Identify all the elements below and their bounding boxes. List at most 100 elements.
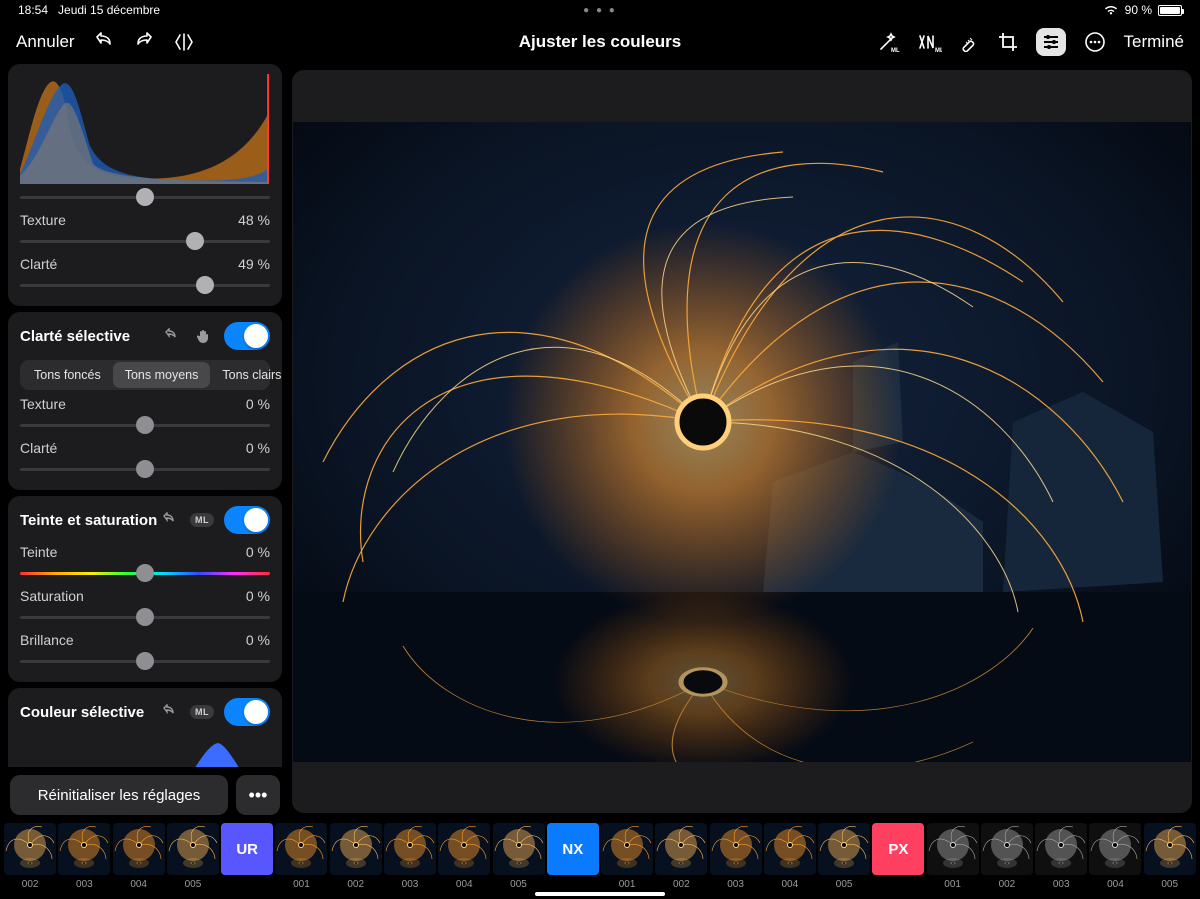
seg-light[interactable]: Tons clairs — [210, 362, 282, 388]
preset-label: 004 — [456, 879, 473, 890]
reset-icon[interactable] — [158, 509, 180, 531]
preset-badge[interactable]: UR — [221, 823, 273, 875]
preset-thumb[interactable]: 005 — [818, 823, 870, 890]
preset-badge[interactable]: PX — [872, 823, 924, 875]
preset-thumb[interactable]: UR — [221, 823, 273, 879]
compare-icon[interactable] — [173, 32, 195, 52]
sel-color-toggle[interactable] — [224, 698, 270, 726]
preset-image[interactable] — [818, 823, 870, 875]
preset-thumb[interactable]: 004 — [1089, 823, 1141, 890]
preset-label: 001 — [293, 879, 310, 890]
preset-thumb[interactable]: 003 — [384, 823, 436, 890]
preset-image[interactable] — [927, 823, 979, 875]
preset-thumb[interactable]: 003 — [1035, 823, 1087, 890]
preset-image[interactable] — [1089, 823, 1141, 875]
multitask-dots-icon[interactable]: ● ● ● — [583, 5, 617, 16]
undo-icon[interactable] — [93, 32, 115, 52]
preset-thumb[interactable]: PX — [872, 823, 924, 879]
seg-mid[interactable]: Tons moyens — [113, 362, 211, 388]
redo-icon[interactable] — [133, 32, 155, 52]
preset-label: 003 — [1053, 879, 1070, 890]
preset-image[interactable] — [275, 823, 327, 875]
histogram-slider[interactable] — [20, 188, 270, 206]
preset-thumb[interactable]: 001 — [601, 823, 653, 890]
preset-image[interactable] — [981, 823, 1033, 875]
color-histograms[interactable] — [20, 736, 270, 767]
reset-all-button[interactable]: Réinitialiser les réglages — [10, 775, 228, 815]
cancel-button[interactable]: Annuler — [16, 32, 75, 52]
preset-image[interactable] — [764, 823, 816, 875]
preset-thumb[interactable]: 002 — [981, 823, 1033, 890]
preset-thumb[interactable]: 002 — [330, 823, 382, 890]
preset-thumb[interactable]: 004 — [113, 823, 165, 890]
texture-slider[interactable] — [20, 232, 270, 250]
seg-dark[interactable]: Tons foncés — [22, 362, 113, 388]
sat-slider[interactable] — [20, 608, 270, 626]
preset-thumb[interactable]: 003 — [58, 823, 110, 890]
preset-label: 002 — [999, 879, 1016, 890]
preset-thumb[interactable]: 005 — [167, 823, 219, 890]
preset-image[interactable] — [330, 823, 382, 875]
preset-thumb[interactable]: 005 — [492, 823, 544, 890]
preset-filmstrip[interactable]: 002 003 004 — [0, 819, 1200, 899]
hand-icon[interactable] — [192, 325, 214, 347]
hue-value: 0 % — [246, 544, 270, 560]
selective-clarity-title: Clarté sélective — [20, 328, 130, 345]
preset-image[interactable] — [1035, 823, 1087, 875]
preset-label: 003 — [76, 879, 93, 890]
sat-label: Saturation — [20, 588, 84, 604]
preset-image[interactable] — [58, 823, 110, 875]
selective-clarity-toggle[interactable] — [224, 322, 270, 350]
preset-thumb[interactable]: 001 — [275, 823, 327, 890]
done-button[interactable]: Terminé — [1124, 32, 1184, 52]
preset-image[interactable] — [1144, 823, 1196, 875]
preset-thumb[interactable]: 001 — [927, 823, 979, 890]
ml-badge[interactable]: ML — [190, 705, 214, 719]
preset-thumb[interactable]: 005 — [1144, 823, 1196, 890]
preset-image[interactable] — [438, 823, 490, 875]
tone-segmented[interactable]: Tons foncés Tons moyens Tons clairs — [20, 360, 270, 390]
preset-thumb[interactable]: 003 — [709, 823, 761, 890]
preset-label: 005 — [185, 879, 202, 890]
sel-clarity-slider[interactable] — [20, 460, 270, 478]
magic-wand-ml-icon[interactable]: ML — [878, 32, 900, 52]
preset-image[interactable] — [493, 823, 545, 875]
preset-image[interactable] — [113, 823, 165, 875]
bril-slider[interactable] — [20, 652, 270, 670]
clarity-slider[interactable] — [20, 276, 270, 294]
reset-more-button[interactable]: ••• — [236, 775, 280, 815]
top-toolbar: Annuler Ajuster les couleurs ML ML Te — [0, 20, 1200, 64]
reset-icon[interactable] — [158, 701, 180, 723]
reset-icon[interactable] — [160, 325, 182, 347]
preset-thumb[interactable]: 004 — [438, 823, 490, 890]
sel-color-title: Couleur sélective — [20, 704, 144, 721]
more-icon[interactable] — [1084, 31, 1106, 53]
image-canvas[interactable] — [292, 70, 1192, 813]
preset-label: 002 — [22, 879, 39, 890]
enhance-ml-icon[interactable]: ML — [918, 32, 942, 52]
preset-thumb[interactable]: NX — [547, 823, 599, 879]
preset-thumb[interactable]: 004 — [764, 823, 816, 890]
preset-label: 002 — [347, 879, 364, 890]
adjust-icon[interactable] — [1036, 28, 1066, 56]
svg-text:ML: ML — [935, 48, 942, 52]
crop-icon[interactable] — [998, 32, 1018, 52]
preset-badge[interactable]: NX — [547, 823, 599, 875]
preset-image[interactable] — [655, 823, 707, 875]
preset-image[interactable] — [384, 823, 436, 875]
preset-image[interactable] — [4, 823, 56, 875]
preset-thumb[interactable]: 002 — [4, 823, 56, 890]
hue-slider[interactable] — [20, 564, 270, 582]
ml-badge[interactable]: ML — [190, 513, 214, 527]
clarity-label: Clarté — [20, 256, 57, 272]
preset-image[interactable] — [167, 823, 219, 875]
preset-label: 005 — [510, 879, 527, 890]
battery-percent: 90 % — [1125, 3, 1152, 17]
preset-image[interactable] — [601, 823, 653, 875]
repair-icon[interactable] — [960, 32, 980, 52]
hue-saturation-panel: Teinte et saturation ML Teinte 0 % — [8, 496, 282, 682]
sel-texture-slider[interactable] — [20, 416, 270, 434]
hue-sat-toggle[interactable] — [224, 506, 270, 534]
preset-thumb[interactable]: 002 — [655, 823, 707, 890]
preset-image[interactable] — [710, 823, 762, 875]
